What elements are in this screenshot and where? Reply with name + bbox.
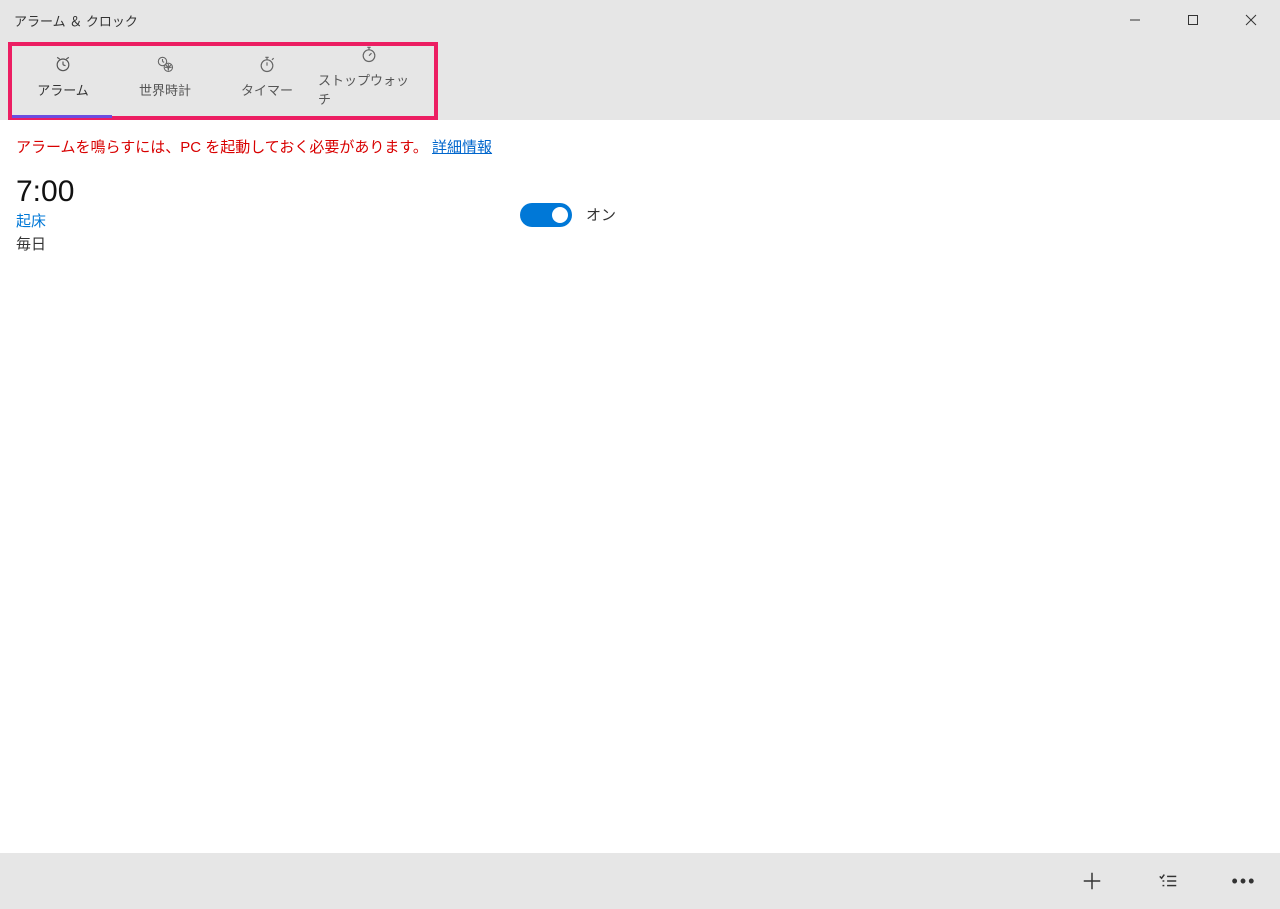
tab-world-clock[interactable]: 世界時計 [114,40,216,112]
alarm-icon [53,54,73,74]
close-button[interactable] [1222,0,1280,40]
tabbar: アラーム 世界時計 タイマー [0,40,1280,120]
select-button[interactable] [1144,857,1192,905]
minimize-button[interactable] [1106,0,1164,40]
tab-label: ストップウォッチ [318,70,420,108]
window-controls [1106,0,1280,40]
alarm-toggle-group: オン [520,203,616,227]
alarm-info: 7:00 起床 毎日 [16,175,74,254]
alarm-row[interactable]: 7:00 起床 毎日 オン [16,171,616,258]
more-button[interactable]: ••• [1220,857,1268,905]
content-area: アラームを鳴らすには、PC を起動しておく必要があります。 詳細情報 7:00 … [0,120,1280,853]
tab-label: タイマー [241,80,293,99]
timer-icon [257,54,277,74]
notice-link[interactable]: 詳細情報 [432,139,492,156]
alarm-toggle[interactable] [520,203,572,227]
notice: アラームを鳴らすには、PC を起動しておく必要があります。 詳細情報 [16,136,1264,157]
alarm-repeat: 毎日 [16,233,74,254]
maximize-button[interactable] [1164,0,1222,40]
tab-timer[interactable]: タイマー [216,40,318,112]
alarm-time: 7:00 [16,175,74,208]
more-icon: ••• [1232,871,1257,892]
tab-alarm[interactable]: アラーム [12,40,114,112]
bottombar: ••• [0,853,1280,909]
stopwatch-icon [359,44,379,64]
tab-stopwatch[interactable]: ストップウォッチ [318,40,420,112]
add-button[interactable] [1068,857,1116,905]
toggle-label: オン [586,204,616,225]
tab-label: アラーム [37,80,89,99]
notice-text: アラームを鳴らすには、PC を起動しておく必要があります。 [16,139,428,156]
titlebar: アラーム ＆ クロック [0,0,1280,40]
app-title: アラーム ＆ クロック [14,11,138,30]
alarm-name: 起床 [16,210,74,231]
world-clock-icon [155,54,175,74]
tab-label: 世界時計 [139,80,191,99]
